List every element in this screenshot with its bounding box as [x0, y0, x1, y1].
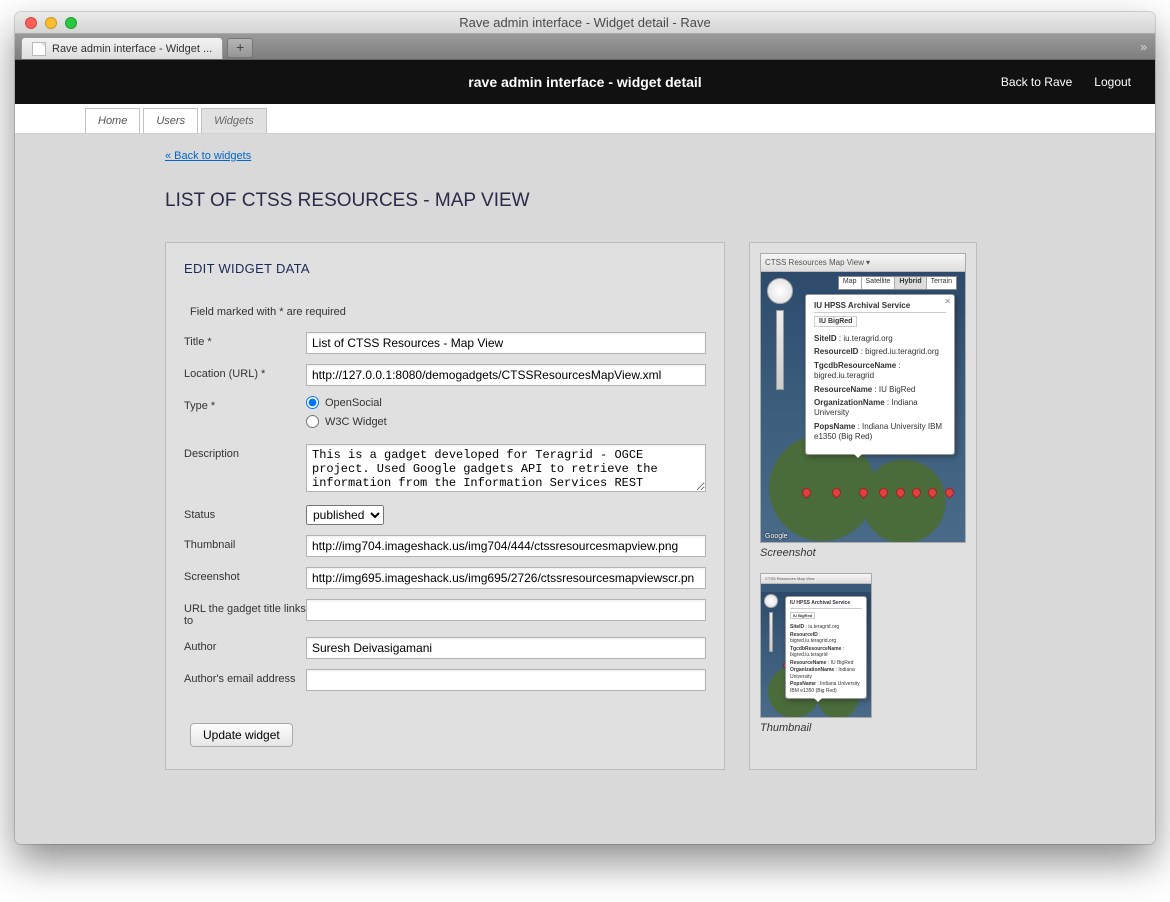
- app-header-title: rave admin interface - widget detail: [468, 74, 701, 90]
- type-radio-w3c[interactable]: [306, 415, 319, 428]
- popup-title: IU HPSS Archival Service: [814, 301, 946, 313]
- label-thumbnail: Thumbnail: [184, 535, 306, 551]
- new-tab-button[interactable]: +: [227, 38, 253, 58]
- thumbnail-preview: CTSS Resources Map View IU HPSS A: [760, 573, 872, 718]
- map-zoom-control[interactable]: [776, 310, 784, 390]
- back-to-rave-link[interactable]: Back to Rave: [1001, 75, 1072, 89]
- close-window-button[interactable]: [25, 17, 37, 29]
- page-body: Home Users Widgets « Back to widgets LIS…: [15, 104, 1155, 844]
- map-pin[interactable]: [943, 486, 956, 499]
- author-email-input[interactable]: [306, 669, 706, 691]
- description-textarea[interactable]: This is a gadget developed for Teragrid …: [306, 444, 706, 492]
- type-radio-opensocial[interactable]: [306, 396, 319, 409]
- popup-close-icon[interactable]: ✕: [944, 297, 951, 306]
- label-author-email: Author's email address: [184, 669, 306, 685]
- window-title: Rave admin interface - Widget detail - R…: [15, 15, 1155, 30]
- map-info-popup: ✕ IU HPSS Archival Service IU BigRed Sit…: [805, 294, 955, 455]
- label-title-url: URL the gadget title links to: [184, 599, 306, 627]
- required-note: Field marked with * are required: [190, 306, 706, 318]
- logout-link[interactable]: Logout: [1094, 75, 1131, 89]
- map-tab-map[interactable]: Map: [839, 277, 862, 289]
- popup-tab[interactable]: IU BigRed: [814, 316, 857, 327]
- map-pin[interactable]: [926, 486, 939, 499]
- map-pin[interactable]: [857, 486, 870, 499]
- thumbnail-caption: Thumbnail: [760, 722, 966, 734]
- app-header-links: Back to Rave Logout: [1001, 75, 1131, 89]
- map-pan-control[interactable]: [767, 278, 793, 304]
- author-input[interactable]: [306, 637, 706, 659]
- location-input[interactable]: [306, 364, 706, 386]
- label-location: Location (URL) *: [184, 364, 306, 380]
- gadget-title: CTSS Resources Map View: [765, 258, 864, 267]
- label-author: Author: [184, 637, 306, 653]
- map-type-tabs: Map Satellite Hybrid Terrain: [838, 276, 957, 290]
- label-status: Status: [184, 505, 306, 521]
- tab-widgets[interactable]: Widgets: [201, 108, 267, 133]
- screenshot-caption: Screenshot: [760, 547, 966, 559]
- map-pan-control: [764, 594, 778, 608]
- browser-tab[interactable]: Rave admin interface - Widget ...: [21, 37, 223, 59]
- map-pin[interactable]: [910, 486, 923, 499]
- title-input[interactable]: [306, 332, 706, 354]
- preview-panel: CTSS Resources Map View▾ Map Satellite H…: [749, 242, 977, 770]
- type-option-opensocial: OpenSocial: [325, 397, 382, 409]
- tab-home[interactable]: Home: [85, 108, 140, 133]
- panel-title: EDIT WIDGET DATA: [184, 261, 706, 276]
- title-url-input[interactable]: [306, 599, 706, 621]
- map-pin[interactable]: [894, 486, 907, 499]
- map-zoom-control: [769, 612, 773, 652]
- thumbnail-input[interactable]: [306, 535, 706, 557]
- edit-widget-panel: EDIT WIDGET DATA Field marked with * are…: [165, 242, 725, 770]
- tab-users[interactable]: Users: [143, 108, 198, 133]
- map-tab-terrain[interactable]: Terrain: [927, 277, 956, 289]
- map-pin[interactable]: [877, 486, 890, 499]
- browser-window: Rave admin interface - Widget detail - R…: [15, 12, 1155, 844]
- label-title: Title *: [184, 332, 306, 348]
- page-icon: [32, 42, 46, 56]
- google-attribution: Google: [765, 533, 788, 540]
- content: « Back to widgets LIST OF CTSS RESOURCES…: [15, 134, 1155, 800]
- screenshot-input[interactable]: [306, 567, 706, 589]
- map-pin[interactable]: [831, 486, 844, 499]
- label-screenshot: Screenshot: [184, 567, 306, 583]
- page-heading: LIST OF CTSS RESOURCES - MAP VIEW: [165, 190, 1155, 212]
- browser-tab-label: Rave admin interface - Widget ...: [52, 43, 212, 55]
- update-widget-button[interactable]: Update widget: [190, 723, 293, 747]
- window-title-bar: Rave admin interface - Widget detail - R…: [15, 12, 1155, 34]
- map-pin[interactable]: [800, 486, 813, 499]
- map-tab-satellite[interactable]: Satellite: [862, 277, 896, 289]
- zoom-window-button[interactable]: [65, 17, 77, 29]
- type-option-w3c: W3C Widget: [325, 416, 387, 428]
- traffic-lights: [25, 17, 77, 29]
- status-select[interactable]: published: [306, 505, 384, 525]
- screenshot-preview: CTSS Resources Map View▾ Map Satellite H…: [760, 253, 966, 543]
- minimize-window-button[interactable]: [45, 17, 57, 29]
- app-header: rave admin interface - widget detail Bac…: [15, 60, 1155, 104]
- browser-tab-strip: Rave admin interface - Widget ... + »: [15, 34, 1155, 60]
- map-pins: [761, 488, 965, 528]
- tab-overflow-icon[interactable]: »: [1140, 40, 1147, 54]
- map-tab-hybrid[interactable]: Hybrid: [895, 277, 926, 289]
- back-to-widgets-link[interactable]: « Back to widgets: [165, 150, 251, 162]
- nav-tabs: Home Users Widgets: [15, 104, 1155, 134]
- label-type: Type *: [184, 396, 306, 412]
- label-description: Description: [184, 444, 306, 460]
